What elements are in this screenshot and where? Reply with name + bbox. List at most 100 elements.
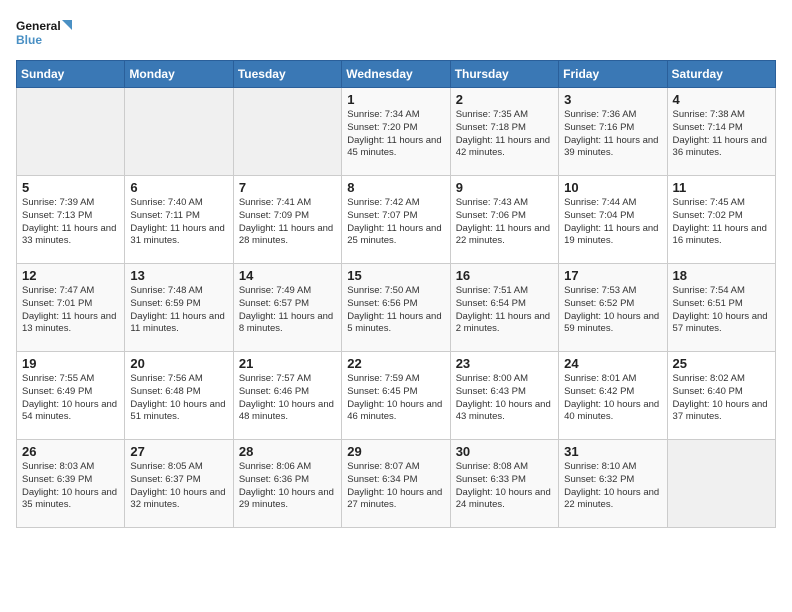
day-number: 6 xyxy=(130,180,227,195)
calendar-cell: 25Sunrise: 8:02 AMSunset: 6:40 PMDayligh… xyxy=(667,352,775,440)
cell-sunrise: Sunrise: 8:08 AM xyxy=(456,461,553,474)
cell-daylight: Daylight: 10 hours and 43 minutes. xyxy=(456,399,553,425)
day-number: 11 xyxy=(673,180,770,195)
cell-sunrise: Sunrise: 7:47 AM xyxy=(22,285,119,298)
cell-sunrise: Sunrise: 7:54 AM xyxy=(673,285,770,298)
col-header-saturday: Saturday xyxy=(667,61,775,88)
cell-sunrise: Sunrise: 7:35 AM xyxy=(456,109,553,122)
cell-daylight: Daylight: 10 hours and 37 minutes. xyxy=(673,399,770,425)
page-header: General Blue xyxy=(16,16,776,52)
calendar-cell: 6Sunrise: 7:40 AMSunset: 7:11 PMDaylight… xyxy=(125,176,233,264)
cell-sunrise: Sunrise: 8:03 AM xyxy=(22,461,119,474)
calendar-cell: 3Sunrise: 7:36 AMSunset: 7:16 PMDaylight… xyxy=(559,88,667,176)
cell-daylight: Daylight: 10 hours and 57 minutes. xyxy=(673,311,770,337)
col-header-thursday: Thursday xyxy=(450,61,558,88)
cell-sunset: Sunset: 6:59 PM xyxy=(130,298,227,311)
cell-sunset: Sunset: 6:42 PM xyxy=(564,386,661,399)
cell-sunset: Sunset: 7:18 PM xyxy=(456,122,553,135)
cell-sunset: Sunset: 7:02 PM xyxy=(673,210,770,223)
cell-sunset: Sunset: 7:20 PM xyxy=(347,122,444,135)
cell-daylight: Daylight: 10 hours and 24 minutes. xyxy=(456,487,553,513)
calendar-cell: 2Sunrise: 7:35 AMSunset: 7:18 PMDaylight… xyxy=(450,88,558,176)
col-header-sunday: Sunday xyxy=(17,61,125,88)
day-number: 29 xyxy=(347,444,444,459)
cell-sunrise: Sunrise: 8:06 AM xyxy=(239,461,336,474)
day-number: 31 xyxy=(564,444,661,459)
calendar-cell: 4Sunrise: 7:38 AMSunset: 7:14 PMDaylight… xyxy=(667,88,775,176)
cell-sunset: Sunset: 7:13 PM xyxy=(22,210,119,223)
col-header-wednesday: Wednesday xyxy=(342,61,450,88)
cell-daylight: Daylight: 10 hours and 29 minutes. xyxy=(239,487,336,513)
cell-daylight: Daylight: 10 hours and 22 minutes. xyxy=(564,487,661,513)
week-row-1: 5 Sunrise: 7:39 AMSunset: 7:13 PM Daylight… xyxy=(17,176,776,264)
day-number: 22 xyxy=(347,356,444,371)
calendar-cell: 31 Sunrise: 8:10 AMSunset: 6:32 PMDayligh… xyxy=(559,440,667,528)
calendar-cell: 10Sunrise: 7:44 AMSunset: 7:04 PMDayligh… xyxy=(559,176,667,264)
calendar-cell: 30Sunrise: 8:08 AMSunset: 6:33 PMDayligh… xyxy=(450,440,558,528)
day-number: 19 xyxy=(22,356,119,371)
cell-daylight: Daylight: 10 hours and 32 minutes. xyxy=(130,487,227,513)
cell-sunset: Sunset: 6:51 PM xyxy=(673,298,770,311)
day-number: 26 xyxy=(22,444,119,459)
cell-sunset: Sunset: 6:40 PM xyxy=(673,386,770,399)
cell-daylight: Daylight: 11 hours and 5 minutes. xyxy=(347,311,444,337)
calendar-table: SundayMondayTuesdayWednesdayThursdayFrid… xyxy=(16,60,776,528)
cell-daylight: Daylight: 10 hours and 59 minutes. xyxy=(564,311,661,337)
cell-daylight: Daylight: 10 hours and 54 minutes. xyxy=(22,399,119,425)
cell-sunrise: Sunrise: 7:56 AM xyxy=(130,373,227,386)
day-number: 3 xyxy=(564,92,661,107)
calendar-cell: 29Sunrise: 8:07 AMSunset: 6:34 PMDayligh… xyxy=(342,440,450,528)
cell-sunset: Sunset: 6:37 PM xyxy=(130,474,227,487)
cell-daylight: Daylight: 10 hours and 48 minutes. xyxy=(239,399,336,425)
cell-sunset: Sunset: 7:07 PM xyxy=(347,210,444,223)
day-number: 20 xyxy=(130,356,227,371)
cell-sunrise: Sunrise: 8:01 AM xyxy=(564,373,661,386)
day-number: 28 xyxy=(239,444,336,459)
cell-sunset: Sunset: 7:09 PM xyxy=(239,210,336,223)
calendar-cell: 1Sunrise: 7:34 AMSunset: 7:20 PMDaylight… xyxy=(342,88,450,176)
cell-daylight: Daylight: 11 hours and 22 minutes. xyxy=(456,223,553,249)
week-row-2: 12Sunrise: 7:47 AMSunset: 7:01 PMDayligh… xyxy=(17,264,776,352)
calendar-header-row: SundayMondayTuesdayWednesdayThursdayFrid… xyxy=(17,61,776,88)
col-header-tuesday: Tuesday xyxy=(233,61,341,88)
cell-sunset: Sunset: 6:49 PM xyxy=(22,386,119,399)
svg-text:General: General xyxy=(16,19,61,33)
day-number: 21 xyxy=(239,356,336,371)
day-number: 13 xyxy=(130,268,227,283)
day-number: 17 xyxy=(564,268,661,283)
cell-daylight: Daylight: 10 hours and 40 minutes. xyxy=(564,399,661,425)
calendar-cell: 27Sunrise: 8:05 AMSunset: 6:37 PMDayligh… xyxy=(125,440,233,528)
cell-sunrise: Sunrise: 8:00 AM xyxy=(456,373,553,386)
calendar-cell: 11Sunrise: 7:45 AMSunset: 7:02 PMDayligh… xyxy=(667,176,775,264)
cell-sunset: Sunset: 6:36 PM xyxy=(239,474,336,487)
day-number: 16 xyxy=(456,268,553,283)
logo-svg: General Blue xyxy=(16,16,76,52)
cell-sunset: Sunset: 6:54 PM xyxy=(456,298,553,311)
col-header-monday: Monday xyxy=(125,61,233,88)
calendar-cell: 13 Sunrise: 7:48 AMSunset: 6:59 PMDayligh… xyxy=(125,264,233,352)
cell-sunset: Sunset: 6:32 PM xyxy=(564,474,661,487)
cell-sunset: Sunset: 7:14 PM xyxy=(673,122,770,135)
cell-sunrise: Sunrise: 8:10 AM xyxy=(564,461,661,474)
cell-daylight: Daylight: 11 hours and 45 minutes. xyxy=(347,135,444,161)
cell-daylight: Daylight: 11 hours and 42 minutes. xyxy=(456,135,553,161)
day-number: 15 xyxy=(347,268,444,283)
calendar-cell: 20Sunrise: 7:56 AMSunset: 6:48 PMDayligh… xyxy=(125,352,233,440)
cell-daylight: Daylight: 11 hours and 11 minutes. xyxy=(130,311,227,337)
day-number: 5 xyxy=(22,180,119,195)
cell-daylight: Daylight: 11 hours and 8 minutes. xyxy=(239,311,336,337)
calendar-cell xyxy=(125,88,233,176)
day-number: 23 xyxy=(456,356,553,371)
cell-sunrise: Sunrise: 7:48 AM xyxy=(130,285,227,298)
calendar-cell: 21Sunrise: 7:57 AMSunset: 6:46 PMDayligh… xyxy=(233,352,341,440)
calendar-cell: 23Sunrise: 8:00 AMSunset: 6:43 PMDayligh… xyxy=(450,352,558,440)
cell-sunrise: Sunrise: 7:39 AM xyxy=(22,197,119,210)
calendar-cell: 22Sunrise: 7:59 AMSunset: 6:45 PMDayligh… xyxy=(342,352,450,440)
day-number: 24 xyxy=(564,356,661,371)
cell-daylight: Daylight: 11 hours and 28 minutes. xyxy=(239,223,336,249)
cell-daylight: Daylight: 11 hours and 16 minutes. xyxy=(673,223,770,249)
cell-daylight: Daylight: 11 hours and 19 minutes. xyxy=(564,223,661,249)
calendar-cell: 16Sunrise: 7:51 AMSunset: 6:54 PMDayligh… xyxy=(450,264,558,352)
calendar-cell: 14Sunrise: 7:49 AMSunset: 6:57 PMDayligh… xyxy=(233,264,341,352)
calendar-cell: 19Sunrise: 7:55 AMSunset: 6:49 PMDayligh… xyxy=(17,352,125,440)
